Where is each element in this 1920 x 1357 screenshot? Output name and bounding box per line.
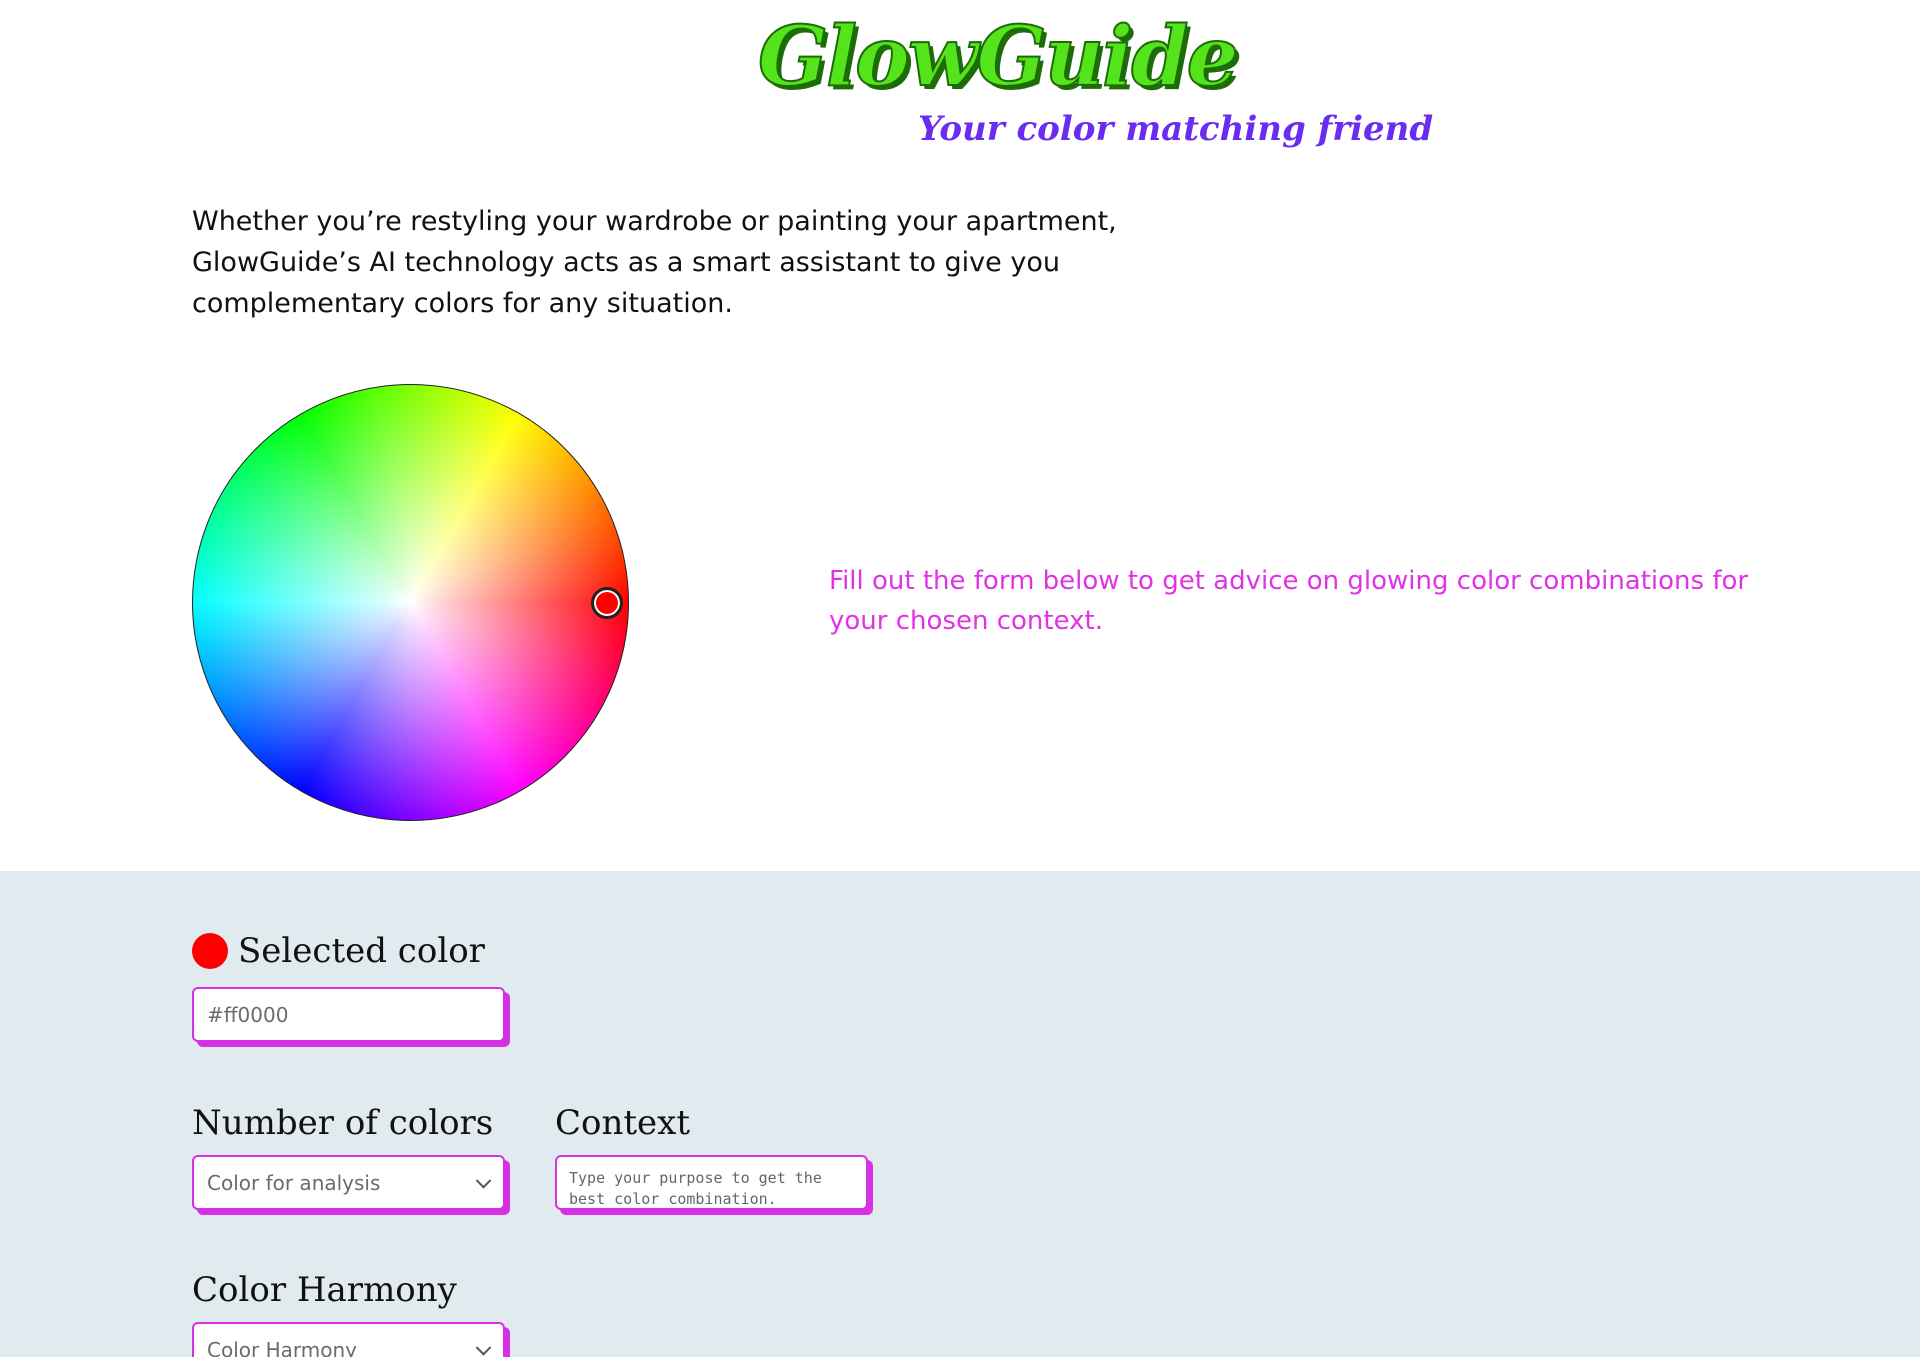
brand-tagline: Your color matching friend [918,109,1434,149]
number-of-colors-heading: Number of colors [192,1103,494,1143]
selected-color-swatch [192,933,228,969]
number-of-colors-select[interactable]: Color for analysis [192,1155,505,1210]
selected-color-value: #ff0000 [207,1002,289,1027]
color-wheel[interactable] [192,384,629,821]
color-harmony-selected: Color Harmony [207,1337,357,1357]
color-wheel-handle[interactable] [591,587,623,619]
color-harmony-heading: Color Harmony [192,1270,457,1310]
context-heading: Context [555,1103,691,1143]
number-of-colors-selected: Color for analysis [207,1170,381,1195]
brand-logo-title: GlowGuide [757,9,1240,105]
color-wheel-picker[interactable] [192,384,629,821]
chevron-down-icon [475,1339,492,1356]
intro-paragraph: Whether you’re restyling your wardrobe o… [192,206,1117,319]
selected-color-heading: Selected color [238,931,485,971]
color-harmony-select[interactable]: Color Harmony [192,1322,505,1357]
chevron-down-icon [475,1172,492,1189]
advice-text: Fill out the form below to get advice on… [829,566,1749,636]
context-placeholder: Type your purpose to get the best color … [569,1169,822,1208]
context-textarea[interactable]: Type your purpose to get the best color … [555,1155,868,1210]
selected-color-input[interactable]: #ff0000 [192,987,505,1042]
